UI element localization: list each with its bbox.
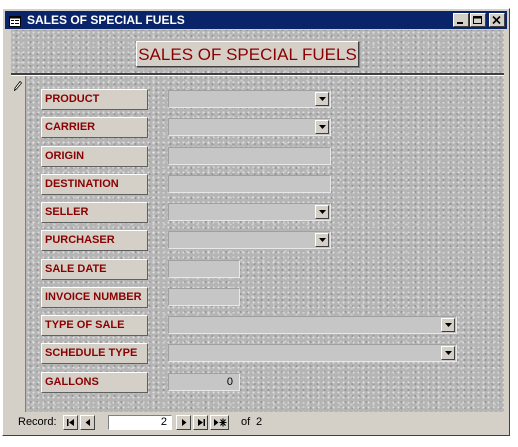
carrier-combo[interactable]: [168, 118, 331, 136]
form-heading: SALES OF SPECIAL FUELS: [136, 41, 359, 67]
carrier-label: CARRIER: [41, 117, 148, 138]
record-total: 2: [256, 416, 263, 428]
product-combo[interactable]: [168, 90, 331, 108]
chevron-down-icon: [319, 238, 326, 242]
purchaser-label: PURCHASER: [41, 230, 148, 251]
product-label: PRODUCT: [41, 89, 148, 110]
type-of-sale-combo[interactable]: [168, 316, 457, 334]
sale-date-label: SALE DATE: [41, 259, 148, 280]
seller-combo[interactable]: [168, 203, 331, 221]
title-bar[interactable]: SALES OF SPECIAL FUELS: [5, 11, 507, 29]
schedule-type-label: SCHEDULE TYPE: [41, 343, 148, 364]
form-icon[interactable]: [9, 14, 21, 27]
chevron-down-icon: [319, 125, 326, 129]
minimize-button[interactable]: [453, 13, 469, 27]
minimize-icon: [457, 22, 463, 24]
next-record-button[interactable]: [176, 415, 191, 430]
record-selector[interactable]: [11, 76, 26, 412]
destination-label: DESTINATION: [41, 174, 148, 195]
sale-date-field[interactable]: [168, 260, 240, 278]
type-of-sale-dropdown-button[interactable]: [441, 318, 455, 332]
gallons-label: GALLONS: [41, 372, 148, 393]
new-record-button[interactable]: [210, 415, 229, 430]
maximize-icon: [473, 16, 482, 24]
form-window: SALES OF SPECIAL FUELS SALES OF SPECIAL …: [2, 8, 510, 436]
maximize-button[interactable]: [470, 13, 486, 27]
close-button[interactable]: [489, 13, 505, 27]
chevron-down-icon: [445, 323, 452, 327]
window-title: SALES OF SPECIAL FUELS: [27, 13, 185, 27]
schedule-type-dropdown-button[interactable]: [441, 346, 455, 360]
next-record-icon: [182, 419, 187, 426]
previous-record-button[interactable]: [80, 415, 95, 430]
origin-label: ORIGIN: [41, 146, 148, 167]
type-of-sale-label: TYPE OF SALE: [41, 315, 148, 336]
seller-dropdown-button[interactable]: [315, 205, 329, 219]
seller-label: SELLER: [41, 202, 148, 223]
record-navigation-bar: Record: 2 of 2: [11, 413, 504, 432]
first-record-icon: [67, 419, 74, 426]
invoice-number-field[interactable]: [168, 288, 240, 306]
chevron-down-icon: [319, 97, 326, 101]
header-divider: [11, 73, 504, 76]
record-label: Record:: [18, 416, 57, 428]
close-icon: [492, 16, 501, 25]
first-record-button[interactable]: [63, 415, 78, 430]
pencil-icon: [14, 81, 22, 91]
chevron-down-icon: [319, 210, 326, 214]
purchaser-dropdown-button[interactable]: [315, 233, 329, 247]
product-dropdown-button[interactable]: [315, 92, 329, 106]
chevron-down-icon: [445, 351, 452, 355]
previous-record-icon: [85, 419, 90, 426]
last-record-icon: [198, 419, 205, 426]
destination-field[interactable]: [168, 175, 331, 193]
origin-field[interactable]: [168, 147, 331, 165]
last-record-button[interactable]: [193, 415, 208, 430]
schedule-type-combo[interactable]: [168, 344, 457, 362]
invoice-number-label: INVOICE NUMBER: [41, 287, 148, 308]
form-body: SALES OF SPECIAL FUELS PRODUCT CARRIER O…: [11, 30, 504, 412]
new-record-icon: [214, 418, 227, 427]
record-of-label: of: [241, 416, 251, 428]
current-record-input[interactable]: 2: [108, 415, 172, 430]
purchaser-combo[interactable]: [168, 231, 331, 249]
carrier-dropdown-button[interactable]: [315, 120, 329, 134]
gallons-field[interactable]: 0: [168, 373, 240, 391]
